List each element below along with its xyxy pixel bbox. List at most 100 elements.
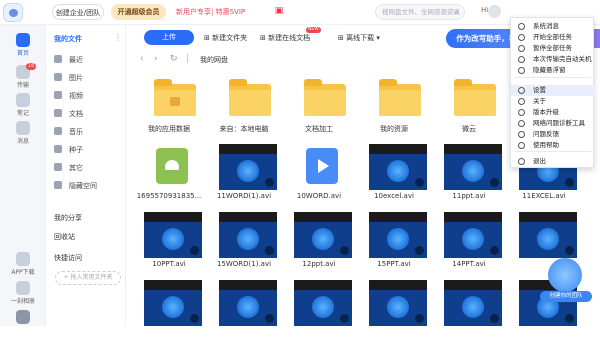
file-item[interactable]: 我的应用数据 xyxy=(132,74,206,139)
file-item[interactable] xyxy=(357,278,431,343)
menu-item-label: 本次传输完自动关机 xyxy=(533,55,592,63)
app-logo[interactable] xyxy=(3,3,23,22)
offline-download-button[interactable]: ⊞ 离线下载 ▾ xyxy=(338,31,380,45)
rail-item-more[interactable] xyxy=(0,310,46,325)
open-vip-button[interactable]: 开通超级会员 xyxy=(111,4,166,20)
menu-item-icon xyxy=(518,158,525,165)
video-thumbnail xyxy=(217,278,277,326)
rail-item-album[interactable]: 一刻相册 xyxy=(0,281,46,305)
sidebar-item-label: 图片 xyxy=(69,74,83,82)
file-item[interactable]: 15WORD(1).avi xyxy=(207,210,281,275)
sidebar-quick-access[interactable]: 快捷访问 xyxy=(54,253,82,263)
play-icon xyxy=(340,314,349,323)
sidebar-item-music[interactable]: 音乐 xyxy=(54,125,124,140)
menu-item[interactable]: 设置 xyxy=(511,85,595,96)
menu-item[interactable]: 系统消息 xyxy=(511,21,595,32)
rail-label: 一刻相册 xyxy=(10,298,35,305)
forward-arrow-icon[interactable]: › xyxy=(154,54,158,64)
sidebar-item-torrents[interactable]: 种子 xyxy=(54,143,124,158)
video-preview xyxy=(519,212,577,258)
settings-dropdown-menu: 系统消息 开始全部任务 暂停全部任务 本次传输完自动关机隐藏悬浮窗设置 关于 版本升级 网络… xyxy=(510,17,595,168)
file-item[interactable]: 微云 xyxy=(432,74,506,139)
refresh-icon[interactable]: ↻ xyxy=(170,54,178,64)
menu-item[interactable]: 退出 xyxy=(511,156,595,167)
more-icon[interactable]: ⋮ xyxy=(114,33,122,42)
menu-item[interactable]: 问题反馈 xyxy=(511,129,595,140)
menu-item-label: 问题反馈 xyxy=(533,130,559,138)
menu-item[interactable]: 开始全部任务 xyxy=(511,32,595,43)
sidebar-item-docs[interactable]: 文档 xyxy=(54,107,124,122)
file-item[interactable] xyxy=(432,278,506,343)
file-item[interactable] xyxy=(132,278,206,343)
file-item[interactable]: 10PPT.avi xyxy=(132,210,206,275)
file-name: 11ppt.avi xyxy=(452,192,486,200)
doc-plus-icon: ⊞ xyxy=(260,34,269,42)
menu-item[interactable]: 暂停全部任务 xyxy=(511,43,595,54)
file-item[interactable]: 14PPT.avi xyxy=(432,210,506,275)
video-preview xyxy=(444,212,502,258)
document-icon xyxy=(54,109,62,117)
sidebar-item-videos[interactable]: 视频 xyxy=(54,89,124,104)
play-icon xyxy=(340,246,349,255)
menu-item-icon xyxy=(518,67,525,74)
new-online-doc-button[interactable]: ⊞ 新建在线文档 NEW xyxy=(260,27,321,45)
new-online-doc-label: 新建在线文档 xyxy=(268,34,311,42)
file-item[interactable]: 我的资源 xyxy=(357,74,431,139)
play-icon xyxy=(565,246,574,255)
back-arrow-icon[interactable]: ‹ xyxy=(140,54,144,64)
file-item[interactable] xyxy=(282,278,356,343)
search-icon[interactable]: ⌕ xyxy=(455,6,459,20)
file-item[interactable]: 10WORD.avi xyxy=(282,142,356,207)
file-item[interactable]: 11ppt.avi xyxy=(432,142,506,207)
avatar[interactable] xyxy=(488,5,501,18)
rail-item-transfer[interactable]: 传输 16 xyxy=(0,63,46,89)
add-quick-access-button[interactable]: + 拖入常用文件夹 xyxy=(55,271,121,285)
file-item[interactable]: 1695570931835... xyxy=(132,142,206,207)
rail-label: 首页 xyxy=(16,50,29,57)
sidebar-item-recent[interactable]: 最近 xyxy=(54,53,124,68)
torrent-icon xyxy=(54,145,62,153)
upload-button[interactable]: 上传 xyxy=(144,30,194,45)
folder-shape xyxy=(454,79,496,116)
breadcrumb[interactable]: 我的网盘 xyxy=(200,55,228,65)
path-separator: | xyxy=(186,54,190,64)
file-item[interactable]: 文档加工 xyxy=(282,74,356,139)
menu-separator xyxy=(515,151,591,152)
file-item[interactable]: 15PPT.avi xyxy=(357,210,431,275)
sidebar-recycle-bin[interactable]: 回收站 xyxy=(54,232,75,242)
video-file-icon xyxy=(292,142,346,188)
menu-item[interactable]: 版本升级 xyxy=(511,107,595,118)
sidebar-item-other[interactable]: 其它 xyxy=(54,161,124,176)
rail-item-messages[interactable]: 消息 xyxy=(0,121,46,145)
file-name: 来自：本地电脑 xyxy=(219,125,269,133)
file-item[interactable]: 来自：本地电脑 xyxy=(207,74,281,139)
sidebar-item-hidden-space[interactable]: 隐藏空间 xyxy=(54,179,124,194)
rail-item-notes[interactable]: 笔记 xyxy=(0,93,46,117)
file-item[interactable]: 10excel.avi xyxy=(357,142,431,207)
menu-item[interactable]: 网络问题诊断工具 xyxy=(511,118,595,129)
file-item[interactable]: 12ppt.avi xyxy=(282,210,356,275)
gift-icon[interactable]: ▣ xyxy=(274,6,284,16)
promo-link[interactable]: 新用户专享| 特惠SVIP xyxy=(176,4,266,20)
create-team-button[interactable]: 创建企业/团队 xyxy=(52,4,104,20)
play-icon xyxy=(565,314,574,323)
menu-item[interactable]: 本次传输完自动关机 xyxy=(511,54,595,65)
file-item[interactable]: 11WORD(1).avi xyxy=(207,142,281,207)
sidebar-title[interactable]: 我的文件 xyxy=(54,34,82,44)
sidebar-item-images[interactable]: 图片 xyxy=(54,71,124,86)
file-item[interactable] xyxy=(207,278,281,343)
search-input[interactable]: 搜网盘文件、全网资源资讯 ⌕ xyxy=(375,4,465,20)
rail-item-home[interactable]: 首页 xyxy=(0,33,46,57)
video-thumbnail xyxy=(367,142,427,190)
play-icon xyxy=(415,178,424,187)
menu-item[interactable]: 使用帮助 xyxy=(511,140,595,151)
create-team-float[interactable]: 创建你的团队 xyxy=(540,258,592,304)
menu-item[interactable]: 隐藏悬浮窗 xyxy=(511,65,595,76)
sidebar-my-share[interactable]: 我的分享 xyxy=(54,213,82,223)
menu-item-icon xyxy=(518,23,525,30)
rail-item-app-download[interactable]: APP下载 xyxy=(0,252,46,276)
new-folder-button[interactable]: ⊞ 新建文件夹 xyxy=(204,31,247,45)
image-icon xyxy=(54,73,62,81)
menu-item[interactable]: 关于 xyxy=(511,96,595,107)
file-name: 我的应用数据 xyxy=(148,125,190,133)
